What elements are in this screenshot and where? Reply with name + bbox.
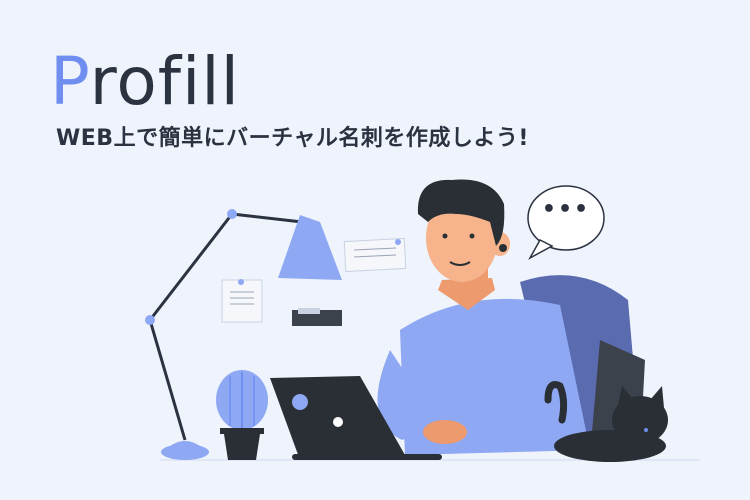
wall-note-icon — [221, 279, 263, 323]
cactus-icon — [216, 370, 268, 460]
wall-note-icon — [292, 308, 342, 326]
speech-bubble-text: ••• — [541, 197, 591, 222]
wall-note-icon — [343, 237, 407, 273]
hero-illustration — [145, 179, 700, 462]
